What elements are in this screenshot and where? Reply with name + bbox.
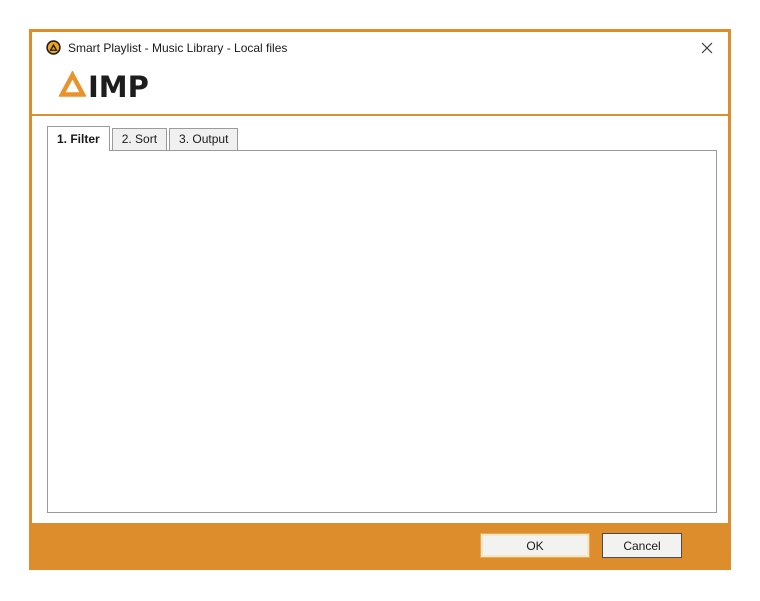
window-title: Smart Playlist - Music Library - Local f…	[68, 41, 287, 55]
tab-filter[interactable]: 1. Filter	[47, 126, 110, 151]
tab-sort[interactable]: 2. Sort	[112, 128, 167, 151]
titlebar: Smart Playlist - Music Library - Local f…	[32, 32, 728, 64]
aimp-logo: IMP	[59, 72, 149, 102]
smart-playlist-dialog: Smart Playlist - Music Library - Local f…	[29, 29, 731, 570]
cancel-button[interactable]: Cancel	[602, 533, 682, 558]
aimp-logo-text: IMP	[88, 70, 149, 104]
orange-separator	[32, 114, 728, 116]
aimp-app-icon	[46, 40, 61, 55]
ok-button[interactable]: OK	[480, 533, 590, 558]
aimp-logo-triangle-icon	[59, 71, 86, 103]
close-icon[interactable]	[696, 37, 718, 59]
filter-panel	[47, 150, 717, 513]
tab-output[interactable]: 3. Output	[169, 128, 238, 151]
tab-bar: 1. Filter 2. Sort 3. Output	[47, 126, 240, 151]
bottom-action-bar: OK Cancel	[32, 523, 728, 567]
